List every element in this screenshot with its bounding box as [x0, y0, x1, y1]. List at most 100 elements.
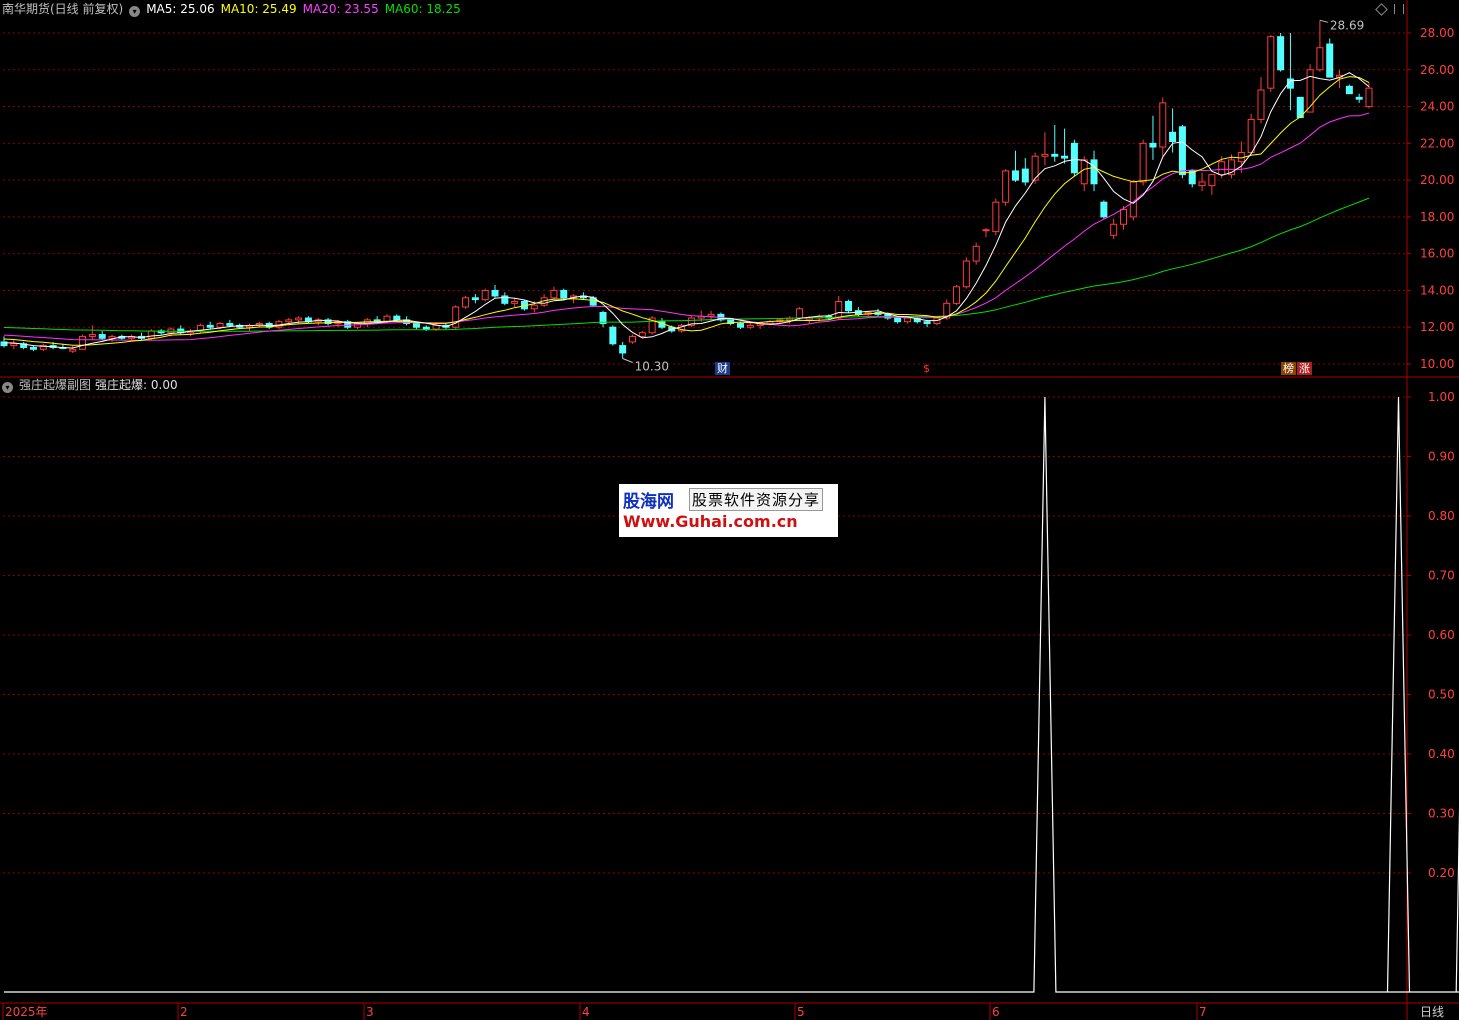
candle-body	[147, 330, 155, 339]
candle-body	[88, 334, 96, 337]
candle-body	[10, 343, 18, 347]
dollar-flag[interactable]: $	[921, 362, 932, 375]
watermark-url: Www.Guhai.com.cn	[623, 512, 798, 531]
candle-body	[982, 229, 990, 232]
candle-body	[412, 323, 420, 328]
rise-flag[interactable]: 涨	[1297, 362, 1312, 375]
y-tick-label: 1.00	[1428, 390, 1455, 404]
ma60-line	[3, 197, 1370, 332]
candle-body	[530, 304, 538, 310]
candle-body	[1208, 174, 1216, 187]
candle-body	[29, 346, 37, 350]
candle-body	[1198, 181, 1206, 187]
candle-body	[923, 321, 931, 325]
y-tick-label: 10.00	[1420, 357, 1454, 371]
candle-body	[1277, 36, 1285, 71]
candle-body	[432, 324, 440, 330]
y-tick-label: 0.80	[1428, 509, 1455, 523]
candle-body	[511, 300, 519, 304]
x-tick-label: 2025年	[5, 1005, 48, 1019]
y-tick-label: 0.30	[1428, 807, 1455, 821]
watermark-logo: 股海网 股票软件资源分享 Www.Guhai.com.cn	[619, 484, 838, 537]
candle-body	[953, 286, 961, 304]
y-tick-label: 16.00	[1420, 247, 1454, 261]
candle-body	[1119, 209, 1127, 225]
y-tick-label: 12.00	[1420, 320, 1454, 334]
x-tick-label: 3	[366, 1005, 374, 1019]
candle-body	[1159, 102, 1167, 148]
candle-body	[746, 324, 754, 328]
candle-body	[638, 332, 646, 337]
candle-body	[707, 313, 715, 317]
candle-body	[795, 308, 803, 319]
ma5-label: MA5: 25.06	[146, 2, 215, 16]
panel-toggle-icon[interactable]	[1394, 4, 1404, 14]
candle-body	[609, 326, 617, 345]
candle-body	[471, 297, 479, 301]
candle-body	[1267, 36, 1275, 89]
candle-body	[69, 348, 77, 352]
watermark-slogan: 股票软件资源分享	[689, 488, 824, 511]
candle-body	[550, 289, 558, 299]
indicator-title: 强庄起爆副图	[19, 378, 92, 392]
candle-body	[1021, 168, 1029, 183]
candle-body	[1002, 170, 1010, 203]
candle-body	[894, 317, 902, 323]
candle-body	[1041, 153, 1049, 157]
dropdown-icon[interactable]: ▾	[129, 6, 141, 17]
high-label: 28.69	[1330, 18, 1364, 32]
candle-body	[226, 323, 234, 326]
candle-body	[560, 289, 568, 299]
candle-body	[393, 315, 401, 321]
candle-body	[206, 324, 214, 328]
candle-body	[216, 323, 224, 328]
candle-body	[1316, 47, 1324, 71]
candle-body	[285, 319, 293, 323]
candle-body	[1129, 181, 1137, 218]
financial-flag[interactable]: 财	[715, 362, 730, 375]
candle-body	[619, 345, 627, 354]
indicator-value: 强庄起爆: 0.00	[95, 378, 178, 392]
high-pointer	[1319, 19, 1329, 23]
candle-body	[462, 297, 470, 308]
candle-body	[354, 323, 362, 328]
candle-body	[491, 289, 499, 297]
y-tick-label: 26.00	[1420, 63, 1454, 77]
candle-body	[1257, 89, 1265, 120]
y-tick-label: 22.00	[1420, 136, 1454, 150]
candle-body	[98, 334, 106, 339]
candle-body	[79, 335, 87, 350]
candle-body	[1345, 85, 1353, 95]
candle-body	[628, 335, 636, 343]
x-tick-label: 5	[797, 1005, 805, 1019]
y-tick-label: 0.20	[1428, 866, 1455, 880]
candle-body	[845, 300, 853, 312]
x-tick-label: 2	[180, 1005, 188, 1019]
candle-body	[1355, 96, 1363, 100]
candle-body	[1326, 43, 1334, 78]
candle-body	[1139, 142, 1147, 183]
sub-chart-header: ▾ 强庄起爆副图 强庄起爆: 0.00	[2, 377, 184, 393]
candle-body	[1218, 161, 1226, 176]
dropdown-icon[interactable]: ▾	[2, 382, 13, 393]
candle-body	[422, 326, 430, 330]
candle-body	[481, 289, 489, 301]
period-label[interactable]: 日线	[1420, 1004, 1444, 1020]
candle-body	[1149, 142, 1157, 148]
candle-body	[972, 245, 980, 262]
candle-body	[1169, 131, 1177, 142]
candle-body	[1090, 159, 1098, 185]
ranking-flag[interactable]: 榜	[1281, 362, 1296, 375]
candle-body	[1011, 170, 1019, 181]
candle-body	[1365, 87, 1373, 108]
main-chart-header: 南华期货(日线 前复权) ▾ MA5: 25.06 MA10: 25.49 MA20: …	[2, 1, 467, 17]
ma10-label: MA10: 25.49	[220, 2, 297, 16]
low-pointer	[622, 358, 633, 363]
candle-body	[1110, 223, 1118, 236]
candle-body	[108, 335, 116, 339]
candle-body	[1080, 159, 1088, 185]
y-tick-label: 0.90	[1428, 450, 1455, 464]
candle-body	[903, 317, 911, 323]
watermark-brand: 股海网	[623, 492, 674, 512]
y-tick-label: 24.00	[1420, 100, 1454, 114]
